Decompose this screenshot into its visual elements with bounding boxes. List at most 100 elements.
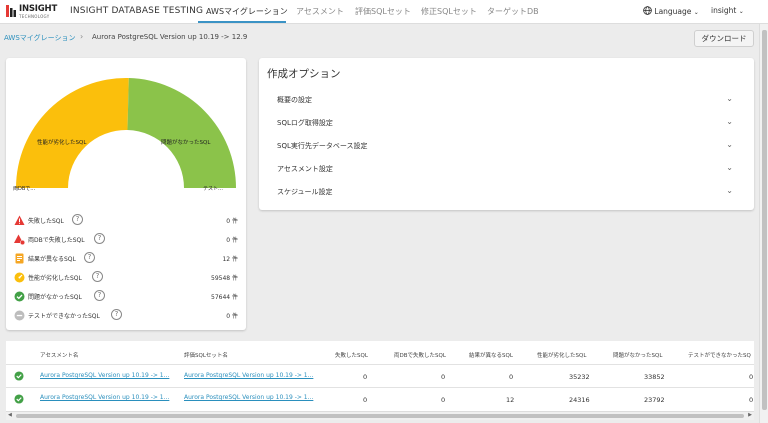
accordion-schedule-settings[interactable]: スケジュール設定 ⌄ <box>277 185 733 199</box>
performance-icon <box>14 272 25 283</box>
horizontal-scrollbar-thumb[interactable] <box>16 414 744 418</box>
tab-target-db[interactable]: ターゲットDB <box>487 6 539 17</box>
legend-item-performance: 性能が劣化したSQL ? 59548 件 <box>14 271 244 285</box>
legend-value-untested: 0 件 <box>226 313 238 320</box>
horizontal-scrollbar[interactable]: ◀ ▶ <box>6 411 754 420</box>
legend-item-untested: テストができなかったSQL ? 0 件 <box>14 309 244 323</box>
insight-logo[interactable]: INSIGHT TECHNOLOGY <box>6 3 64 21</box>
language-menu[interactable]: Language ⌄ <box>643 6 699 16</box>
legend-value-failed: 0 件 <box>226 218 238 225</box>
column-header-performance[interactable]: 性能が劣化したSQL <box>537 351 586 359</box>
chevron-down-icon: ⌄ <box>726 186 733 195</box>
help-icon[interactable]: ? <box>72 214 83 225</box>
sqlset-name-link[interactable]: Aurora PostgreSQL Version up 10.19 -> 1.… <box>184 394 313 401</box>
cell-result-diff: 12 <box>506 396 515 404</box>
app-title: INSIGHT DATABASE TESTING <box>70 6 204 16</box>
accordion-sql-target-db-settings[interactable]: SQL実行先データベース設定 ⌄ <box>277 139 733 153</box>
logo-mark-icon <box>6 5 16 17</box>
chevron-down-icon: ⌄ <box>726 94 733 103</box>
breadcrumb-separator: › <box>80 32 84 41</box>
create-options-card: 作成オプション 概要の設定 ⌄ SQLログ取得設定 ⌄ SQL実行先データベース… <box>259 58 754 210</box>
gauge-label-performance: 性能が劣化したSQL <box>37 138 87 146</box>
tab-assessment[interactable]: アセスメント <box>296 6 344 17</box>
gauge-edge-label-right: テスト… <box>203 186 223 192</box>
gauge-label-no-problem: 問題がなかったSQL <box>161 138 211 146</box>
legend-label-result-diff: 結果が異なるSQL <box>28 256 76 263</box>
breadcrumb-root-link[interactable]: AWSマイグレーション <box>4 33 76 43</box>
help-icon[interactable]: ? <box>94 233 105 244</box>
accordion-label: 概要の設定 <box>277 96 312 104</box>
accordion-label: スケジュール設定 <box>277 188 333 196</box>
gauge-edge-label-left: 両DBで… <box>13 186 35 192</box>
vertical-scrollbar-thumb[interactable] <box>762 30 767 410</box>
accordion-overview-settings[interactable]: 概要の設定 ⌄ <box>277 93 733 107</box>
error-triangle-icon <box>14 215 25 225</box>
chevron-down-icon: ⌄ <box>726 117 733 126</box>
language-label: Language <box>654 7 692 16</box>
summary-gauge-chart: 性能が劣化したSQL 問題がなかったSQL 両DBで… テスト… <box>13 77 236 192</box>
check-circle-icon <box>14 394 24 404</box>
column-header-both-failed[interactable]: 両DBで失敗したSQL <box>394 351 446 359</box>
breadcrumb-current: Aurora PostgreSQL Version up 10.19 -> 12… <box>92 33 248 41</box>
legend-value-no-problem: 57644 件 <box>211 294 238 301</box>
sqlset-name-link[interactable]: Aurora PostgreSQL Version up 10.19 -> 1.… <box>184 372 313 379</box>
header-divider <box>6 364 754 365</box>
double-error-icon <box>14 234 25 245</box>
column-header-result-diff[interactable]: 結果が異なるSQL <box>469 351 513 359</box>
summary-card: 性能が劣化したSQL 問題がなかったSQL 両DBで… テスト… 失敗したSQL… <box>6 58 246 330</box>
user-menu[interactable]: insight ⌄ <box>711 6 744 15</box>
tab-aws-migration[interactable]: AWSマイグレーション <box>206 6 288 17</box>
cell-result-diff: 0 <box>509 373 514 381</box>
cell-untested: 0 <box>749 396 754 404</box>
accordion-label: SQL実行先データベース設定 <box>277 142 368 150</box>
tab-fixed-sql-set[interactable]: 修正SQLセット <box>421 6 477 17</box>
accordion-label: アセスメント設定 <box>277 165 333 173</box>
tab-evaluation-sql-set[interactable]: 評価SQLセット <box>355 6 411 17</box>
chevron-down-icon: ⌄ <box>693 9 699 16</box>
cell-untested: 0 <box>749 373 754 381</box>
scroll-right-icon[interactable]: ▶ <box>748 412 752 418</box>
column-header-untested[interactable]: テストができなかったSQ <box>688 351 751 359</box>
assessment-name-link[interactable]: Aurora PostgreSQL Version up 10.19 -> 1.… <box>40 372 169 379</box>
column-header-sqlset[interactable]: 評価SQLセット名 <box>184 351 228 359</box>
chevron-down-icon: ⌄ <box>738 8 744 15</box>
help-icon[interactable]: ? <box>92 271 103 282</box>
column-header-failed[interactable]: 失敗したSQL <box>335 351 368 359</box>
column-header-assessment[interactable]: アセスメント名 <box>40 351 78 359</box>
cell-no-problem: 23792 <box>644 396 665 404</box>
check-circle-icon <box>14 291 25 302</box>
legend-label-untested: テストができなかったSQL <box>28 313 100 320</box>
help-icon[interactable]: ? <box>111 309 122 320</box>
legend-value-performance: 59548 件 <box>211 275 238 282</box>
cell-both-failed: 0 <box>441 396 446 404</box>
download-button[interactable]: ダウンロード <box>694 30 754 47</box>
legend-value-both-failed: 0 件 <box>226 237 238 244</box>
active-tab-indicator <box>198 21 286 23</box>
legend-item-result-diff: 結果が異なるSQL ? 12 件 <box>14 252 244 266</box>
legend-label-no-problem: 問題がなかったSQL <box>28 294 82 301</box>
options-title: 作成オプション <box>267 68 341 80</box>
legend-value-result-diff: 12 件 <box>222 256 238 263</box>
legend-label-performance: 性能が劣化したSQL <box>28 275 82 282</box>
scroll-left-icon[interactable]: ◀ <box>8 412 12 418</box>
row-divider <box>6 387 754 388</box>
help-icon[interactable]: ? <box>94 290 105 301</box>
column-header-no-problem[interactable]: 問題がなかったSQL <box>613 351 662 359</box>
chevron-down-icon: ⌄ <box>726 163 733 172</box>
help-icon[interactable]: ? <box>84 252 95 263</box>
result-diff-icon <box>15 253 24 264</box>
assessment-name-link[interactable]: Aurora PostgreSQL Version up 10.19 -> 1.… <box>40 394 169 401</box>
vertical-scrollbar[interactable] <box>759 24 768 423</box>
accordion-assessment-settings[interactable]: アセスメント設定 ⌄ <box>277 162 733 176</box>
globe-icon <box>643 6 652 15</box>
gauge-segment-performance[interactable] <box>16 77 129 188</box>
cell-failed: 0 <box>363 373 368 381</box>
cell-performance: 35232 <box>569 373 590 381</box>
cell-no-problem: 33852 <box>644 373 665 381</box>
cell-failed: 0 <box>363 396 368 404</box>
cell-performance: 24316 <box>569 396 590 404</box>
accordion-sql-log-settings[interactable]: SQLログ取得設定 ⌄ <box>277 116 733 130</box>
check-circle-icon <box>14 371 24 381</box>
logo-subtext: TECHNOLOGY <box>19 14 50 19</box>
gauge-segment-no-problem[interactable] <box>127 78 236 188</box>
